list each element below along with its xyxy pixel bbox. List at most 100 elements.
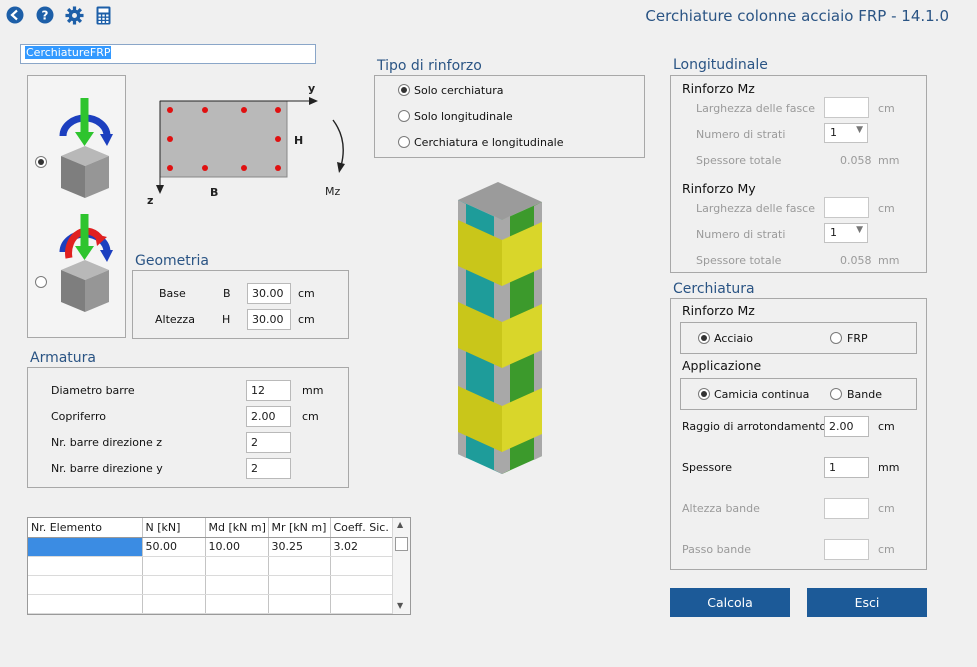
radius-unit: cm xyxy=(878,420,895,433)
table-cell[interactable] xyxy=(28,537,143,557)
table-cell[interactable] xyxy=(142,594,206,614)
mz-layers-label: Numero di strati xyxy=(696,128,786,141)
altezza-label: Altezza xyxy=(155,313,195,326)
svg-text:?: ? xyxy=(42,9,49,23)
table-cell[interactable] xyxy=(330,556,393,576)
chevron-down-icon: ▼ xyxy=(856,225,863,235)
results-table[interactable]: Nr. Elemento N [kN] Md [kN m] Mr [kN m] … xyxy=(27,517,411,615)
uniaxial-load-radio[interactable] xyxy=(35,156,47,168)
table-cell[interactable] xyxy=(205,556,269,576)
table-cell[interactable] xyxy=(142,575,206,595)
uniaxial-load-icon xyxy=(59,98,113,198)
applicazione-title: Applicazione xyxy=(682,358,762,373)
mz-layers-select[interactable]: 1 ▼ xyxy=(824,123,868,143)
mz-thickness-label: Spessore totale xyxy=(696,154,782,167)
barre-y-input[interactable]: 2 xyxy=(246,458,291,479)
column-header[interactable]: Nr. Elemento xyxy=(28,518,143,538)
column-3d-illustration xyxy=(458,182,542,474)
table-scrollbar[interactable]: ▲ ▼ xyxy=(392,518,410,614)
solo-cerchiatura-radio[interactable] xyxy=(398,84,410,96)
band-height-input[interactable] xyxy=(824,498,869,519)
table-row[interactable]: 50.00 10.00 30.25 3.02 xyxy=(28,537,393,557)
solo-longitudinale-label[interactable]: Solo longitudinale xyxy=(414,110,513,123)
acciaio-radio[interactable] xyxy=(698,332,710,344)
calcola-button[interactable]: Calcola xyxy=(670,588,790,617)
cerchiatura-longitudinale-radio[interactable] xyxy=(398,136,410,148)
table-row[interactable] xyxy=(28,594,393,614)
gear-icon[interactable] xyxy=(65,6,84,25)
table-cell[interactable]: 30.25 xyxy=(268,537,331,557)
mz-width-unit: cm xyxy=(878,102,895,115)
band-pitch-unit: cm xyxy=(878,543,895,556)
table-cell[interactable] xyxy=(28,594,143,614)
calculator-icon[interactable] xyxy=(96,6,114,25)
my-thickness-label: Spessore totale xyxy=(696,254,782,267)
esci-button[interactable]: Esci xyxy=(807,588,927,617)
my-layers-label: Numero di strati xyxy=(696,228,786,241)
my-layers-select[interactable]: 1 ▼ xyxy=(824,223,868,243)
bande-label[interactable]: Bande xyxy=(847,388,882,401)
mz-width-input[interactable] xyxy=(824,97,869,118)
my-thickness-value: 0.058 xyxy=(840,254,872,267)
table-cell[interactable] xyxy=(28,575,143,595)
solo-cerchiatura-label[interactable]: Solo cerchiatura xyxy=(414,84,503,97)
diametro-barre-input[interactable]: 12 xyxy=(246,380,291,401)
acciaio-label[interactable]: Acciaio xyxy=(714,332,753,345)
table-cell[interactable] xyxy=(28,556,143,576)
scroll-down-icon[interactable]: ▼ xyxy=(397,601,403,610)
table-cell[interactable]: 3.02 xyxy=(330,537,393,557)
table-cell[interactable]: 10.00 xyxy=(205,537,269,557)
frp-radio[interactable] xyxy=(830,332,842,344)
table-cell[interactable] xyxy=(330,575,393,595)
column-header[interactable]: Mr [kN m] xyxy=(268,518,331,538)
table-cell[interactable]: 50.00 xyxy=(142,537,206,557)
table-cell[interactable] xyxy=(205,594,269,614)
camicia-continua-radio[interactable] xyxy=(698,388,710,400)
table-cell[interactable] xyxy=(268,556,331,576)
scroll-thumb[interactable] xyxy=(395,537,408,551)
biaxial-load-radio[interactable] xyxy=(35,276,47,288)
altezza-input[interactable]: 30.00 xyxy=(247,309,291,330)
help-icon[interactable]: ? xyxy=(36,6,54,24)
mz-layers-value: 1 xyxy=(830,126,837,139)
table-row[interactable] xyxy=(28,556,393,576)
band-pitch-label: Passo bande xyxy=(682,543,752,556)
radius-input[interactable]: 2.00 xyxy=(824,416,869,437)
base-symbol: B xyxy=(223,287,231,300)
copriferro-input[interactable]: 2.00 xyxy=(246,406,291,427)
cerchiatura-longitudinale-label[interactable]: Cerchiatura e longitudinale xyxy=(414,136,564,149)
table-cell[interactable] xyxy=(330,594,393,614)
copriferro-unit: cm xyxy=(302,410,319,423)
frp-label[interactable]: FRP xyxy=(847,332,868,345)
table-cell[interactable] xyxy=(142,556,206,576)
barre-z-label: Nr. barre direzione z xyxy=(51,436,162,449)
base-label: Base xyxy=(159,287,186,300)
column-header[interactable]: Coeff. Sic. xyxy=(330,518,393,538)
column-header[interactable]: Md [kN m] xyxy=(205,518,269,538)
table-cell[interactable] xyxy=(268,594,331,614)
base-input[interactable]: 30.00 xyxy=(247,283,291,304)
project-name-input[interactable]: CerchiatureFRP xyxy=(20,44,316,64)
spessore-input[interactable]: 1 xyxy=(824,457,869,478)
rinforzo-my-title: Rinforzo My xyxy=(682,181,756,196)
base-unit: cm xyxy=(298,287,315,300)
barre-y-label: Nr. barre direzione y xyxy=(51,462,163,475)
copriferro-label: Copriferro xyxy=(51,410,106,423)
geometria-panel xyxy=(132,270,349,339)
back-arrow-icon[interactable] xyxy=(6,6,24,24)
cerchiatura-rinforzo-title: Rinforzo Mz xyxy=(682,303,755,318)
camicia-continua-label[interactable]: Camicia continua xyxy=(714,388,809,401)
tipo-rinforzo-title: Tipo di rinforzo xyxy=(377,58,482,74)
my-width-input[interactable] xyxy=(824,197,869,218)
table-cell[interactable] xyxy=(268,575,331,595)
band-pitch-input[interactable] xyxy=(824,539,869,560)
table-cell[interactable] xyxy=(205,575,269,595)
column-header[interactable]: N [kN] xyxy=(142,518,206,538)
height-h-label: H xyxy=(294,134,303,147)
scroll-up-icon[interactable]: ▲ xyxy=(397,520,403,529)
cerchiatura-title: Cerchiatura xyxy=(673,281,755,297)
barre-z-input[interactable]: 2 xyxy=(246,432,291,453)
bande-radio[interactable] xyxy=(830,388,842,400)
solo-longitudinale-radio[interactable] xyxy=(398,110,410,122)
table-row[interactable] xyxy=(28,575,393,595)
